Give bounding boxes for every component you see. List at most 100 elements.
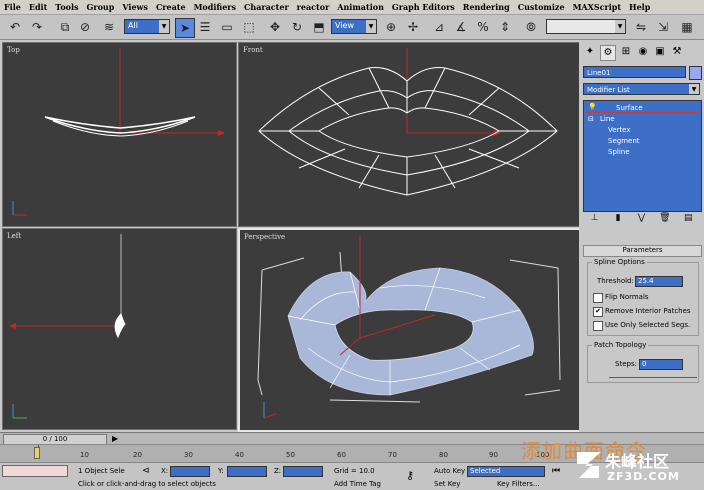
parameters-rollout-header[interactable]: Parameters bbox=[583, 245, 702, 257]
add-time-tag-button[interactable]: Add Time Tag bbox=[334, 480, 381, 488]
pivot-center-icon[interactable]: ⊕ bbox=[382, 18, 400, 36]
percent-snap-icon[interactable]: % bbox=[474, 18, 492, 36]
chevron-down-icon: ▼ bbox=[615, 20, 625, 33]
menu-customize[interactable]: Customize bbox=[518, 2, 565, 12]
menu-create[interactable]: Create bbox=[156, 2, 186, 12]
stack-item-segment[interactable]: Segment bbox=[608, 137, 640, 145]
x-coord-field[interactable] bbox=[170, 466, 210, 477]
viewport-top[interactable]: Top bbox=[2, 42, 237, 227]
use-only-selected-checkbox[interactable] bbox=[593, 321, 603, 331]
viewport-front[interactable]: Front bbox=[238, 42, 580, 227]
make-unique-icon[interactable]: ⋁ bbox=[634, 213, 648, 225]
hierarchy-tab-icon[interactable]: ⊞ bbox=[619, 45, 633, 59]
select-manipulate-icon[interactable]: ✢ bbox=[404, 18, 422, 36]
window-crossing-icon[interactable]: ⬚ bbox=[240, 18, 258, 36]
menu-rendering[interactable]: Rendering bbox=[463, 2, 510, 12]
rotate-icon[interactable]: ↻ bbox=[288, 18, 306, 36]
key-filters-button[interactable]: Key Filters... bbox=[497, 480, 540, 488]
underline-mark bbox=[586, 112, 699, 113]
next-frame-icon[interactable]: ▶ bbox=[112, 434, 118, 443]
selection-count: 1 Object Sele bbox=[78, 467, 125, 475]
configure-modifier-sets-icon[interactable]: ▤ bbox=[681, 213, 695, 225]
y-coord-field[interactable] bbox=[227, 466, 267, 477]
utilities-tab-icon[interactable]: ⚒ bbox=[670, 45, 684, 59]
y-coord-label: Y: bbox=[218, 467, 224, 475]
menu-bar: File Edit Tools Group Views Create Modif… bbox=[0, 0, 704, 15]
menu-modifiers[interactable]: Modifiers bbox=[194, 2, 236, 12]
set-key-button[interactable]: Set Key bbox=[434, 480, 460, 488]
go-to-start-icon[interactable]: ⏮ bbox=[552, 466, 560, 476]
move-icon[interactable]: ✥ bbox=[266, 18, 284, 36]
scale-icon[interactable]: ⬒ bbox=[310, 18, 328, 36]
expand-icon[interactable]: ⊟ bbox=[588, 115, 594, 123]
unlink-icon[interactable]: ⊘ bbox=[76, 18, 94, 36]
stack-item-line[interactable]: Line bbox=[600, 115, 615, 123]
viewport-perspective[interactable]: Perspective bbox=[238, 228, 582, 432]
menu-animation[interactable]: Animation bbox=[337, 2, 384, 12]
named-selection-sets-dropdown[interactable]: ▼ bbox=[546, 19, 626, 34]
remove-interior-checkbox[interactable]: ✔ bbox=[593, 307, 603, 317]
steps-spinner[interactable]: 0 bbox=[639, 359, 683, 370]
z-coord-label: Z: bbox=[274, 467, 282, 475]
menu-file[interactable]: File bbox=[4, 2, 21, 12]
menu-reactor[interactable]: reactor bbox=[297, 2, 330, 12]
menu-views[interactable]: Views bbox=[122, 2, 148, 12]
perspective-view-drawing bbox=[257, 235, 561, 419]
redo-icon[interactable]: ↷ bbox=[28, 18, 46, 36]
light-bulb-icon[interactable]: 💡 bbox=[588, 103, 597, 111]
spinner-snap-icon[interactable]: ⇕ bbox=[496, 18, 514, 36]
maxscript-listener[interactable] bbox=[2, 465, 68, 477]
pin-stack-icon[interactable]: ⊥ bbox=[588, 213, 602, 225]
stack-item-vertex[interactable]: Vertex bbox=[608, 126, 631, 134]
command-panel-tabs: ✦ ⚙ ⊞ ◉ ▣ ⚒ bbox=[583, 45, 701, 61]
create-tab-icon[interactable]: ✦ bbox=[583, 45, 597, 59]
threshold-value: 25.4 bbox=[638, 277, 654, 285]
align-icon[interactable]: ⇲ bbox=[654, 18, 672, 36]
rectangle-selection-icon[interactable]: ▭ bbox=[218, 18, 236, 36]
object-color-swatch[interactable] bbox=[689, 66, 702, 80]
selection-filter-dropdown[interactable]: All ▼ bbox=[124, 19, 170, 34]
modifier-list-dropdown[interactable]: Modifier List ▼ bbox=[583, 83, 700, 95]
angle-snap-icon[interactable]: ∡ bbox=[452, 18, 470, 36]
threshold-spinner[interactable]: 25.4 bbox=[635, 276, 683, 287]
parameters-title: Parameters bbox=[622, 246, 663, 254]
stack-buttons: ⊥ ▮ ⋁ 🗑 ▤ bbox=[583, 213, 700, 227]
lock-selection-icon[interactable]: ⊲ bbox=[142, 466, 150, 476]
auto-key-button[interactable]: Auto Key bbox=[434, 467, 465, 475]
tick-label: 80 bbox=[439, 451, 448, 459]
site-logo-icon bbox=[577, 452, 601, 478]
menu-help[interactable]: Help bbox=[629, 2, 650, 12]
current-frame-marker[interactable] bbox=[34, 447, 40, 459]
viewport-left[interactable]: Left bbox=[2, 228, 237, 430]
motion-tab-icon[interactable]: ◉ bbox=[636, 45, 650, 59]
flip-normals-checkbox[interactable] bbox=[593, 293, 603, 303]
select-by-name-icon[interactable]: ☰ bbox=[196, 18, 214, 36]
menu-character[interactable]: Character bbox=[244, 2, 289, 12]
menu-group[interactable]: Group bbox=[87, 2, 115, 12]
link-icon[interactable]: ⧉ bbox=[56, 18, 74, 36]
object-name-field[interactable]: Line01 bbox=[583, 66, 686, 78]
modify-tab-icon[interactable]: ⚙ bbox=[600, 45, 616, 61]
stack-item-surface[interactable]: Surface bbox=[616, 104, 643, 112]
stack-item-spline[interactable]: Spline bbox=[608, 148, 630, 156]
menu-graph-editors[interactable]: Graph Editors bbox=[392, 2, 455, 12]
remove-modifier-icon[interactable]: 🗑 bbox=[658, 213, 672, 225]
bind-space-warp-icon[interactable]: ≋ bbox=[100, 18, 118, 36]
select-object-icon[interactable]: ➤ bbox=[175, 18, 195, 38]
key-icon[interactable]: ⚷ bbox=[406, 469, 414, 482]
menu-edit[interactable]: Edit bbox=[29, 2, 47, 12]
show-end-result-icon[interactable]: ▮ bbox=[611, 213, 625, 225]
named-selection-icon[interactable]: ⦾ bbox=[522, 18, 540, 36]
undo-icon[interactable]: ↶ bbox=[6, 18, 24, 36]
tick-label: 10 bbox=[80, 451, 89, 459]
front-view-drawing bbox=[258, 48, 558, 196]
reference-coordinate-dropdown[interactable]: View ▼ bbox=[331, 19, 377, 34]
menu-tools[interactable]: Tools bbox=[55, 2, 78, 12]
display-tab-icon[interactable]: ▣ bbox=[653, 45, 667, 59]
menu-maxscript[interactable]: MAXScript bbox=[573, 2, 621, 12]
z-coord-field[interactable] bbox=[283, 466, 323, 477]
mirror-icon[interactable]: ⇋ bbox=[632, 18, 650, 36]
key-mode-dropdown[interactable]: Selected bbox=[467, 466, 545, 477]
snap-icon[interactable]: ⊿ bbox=[430, 18, 448, 36]
layer-manager-icon[interactable]: ▦ bbox=[678, 18, 696, 36]
